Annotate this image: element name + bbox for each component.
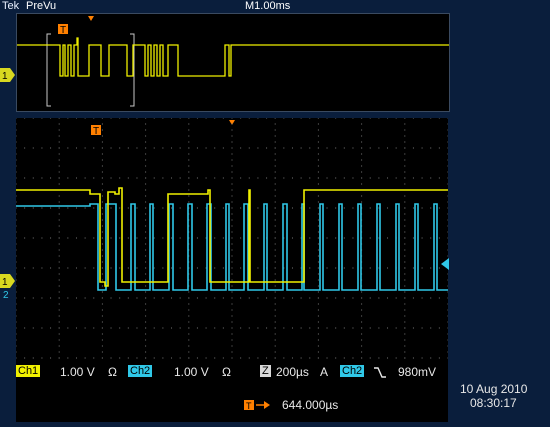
overview-trigger-label: T (60, 25, 66, 36)
overview-trigger-position-icon (88, 16, 94, 21)
zoom-scale[interactable]: 200µs (276, 365, 309, 379)
status-bar: Ch1 1.00 V Ω Ch2 1.00 V Ω Z 200µs A Ch2 … (0, 362, 550, 412)
horizontal-position[interactable]: 644.000µs (282, 398, 338, 412)
svg-text:2: 2 (3, 290, 9, 300)
graticule-grid (15, 117, 449, 359)
ch2-status-label[interactable]: Ch2 (128, 365, 153, 377)
acquisition-label: A (320, 365, 329, 379)
top-bar: Tek PreVu M1.00ms (0, 0, 550, 14)
trigger-position-icon: T (244, 400, 270, 411)
overview-waveform-window: T (16, 13, 450, 112)
zoom-label: Z (260, 365, 271, 377)
svg-text:1: 1 (2, 71, 8, 82)
main-trigger-label: T (93, 126, 99, 137)
overview-ch1-trace (17, 37, 449, 77)
trigger-source[interactable]: Ch2 (340, 365, 365, 377)
overview-ch1-marker[interactable]: 1 (0, 68, 16, 82)
falling-edge-icon (374, 367, 386, 378)
ch1-status-label[interactable]: Ch1 (16, 365, 41, 377)
time-display: 08:30:17 (470, 396, 517, 410)
ch1-ohm-icon: Ω (108, 365, 117, 379)
main-ch2-marker[interactable]: 2 (0, 288, 16, 300)
ch2-ohm-icon: Ω (222, 365, 231, 379)
ch2-scale[interactable]: 1.00 V (174, 365, 209, 379)
ch1-scale[interactable]: 1.00 V (60, 365, 95, 379)
date-display: 10 Aug 2010 (460, 382, 528, 396)
trigger-level[interactable]: 980mV (398, 365, 436, 379)
brand-logo: Tek (2, 0, 20, 12)
svg-text:1: 1 (2, 277, 8, 288)
ch2-trace (16, 203, 448, 291)
timebase-readout: M1.00ms (245, 0, 291, 12)
ch2-level-arrow-icon[interactable] (439, 258, 449, 270)
mode-label: PreVu (26, 0, 57, 12)
svg-text:T: T (246, 401, 252, 411)
main-ch1-marker[interactable]: 1 (0, 274, 16, 288)
ch1-trace (16, 187, 448, 287)
